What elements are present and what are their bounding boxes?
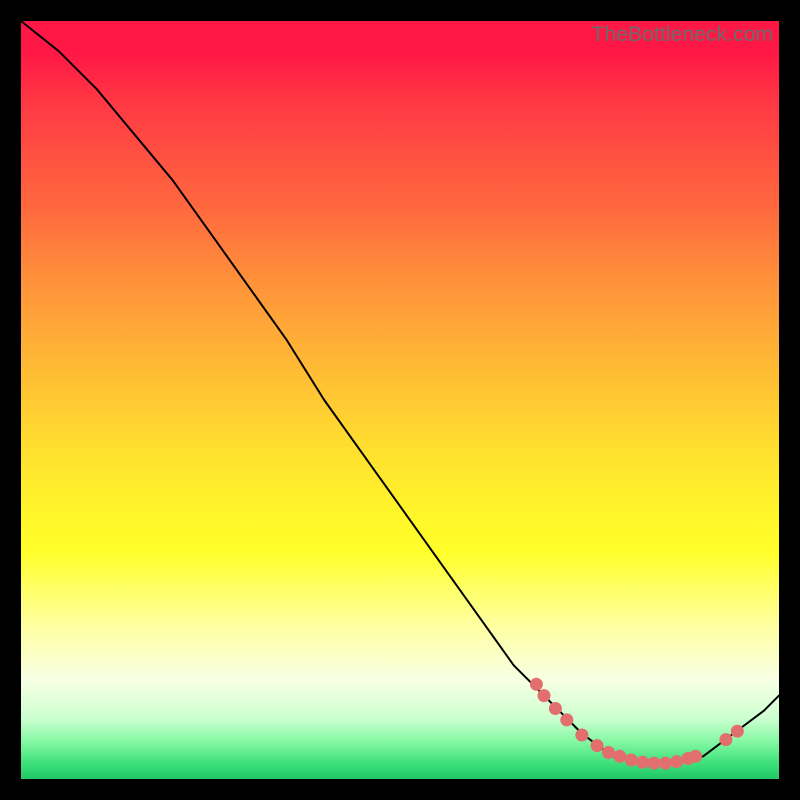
plot-area: TheBottleneck.com: [21, 21, 779, 779]
highlight-dot: [538, 689, 551, 702]
highlight-dot: [602, 746, 615, 759]
highlight-dot: [591, 739, 604, 752]
highlight-dot: [731, 725, 744, 738]
highlight-dot: [613, 750, 626, 763]
chart-stage: TheBottleneck.com: [0, 0, 800, 800]
highlight-dot: [719, 733, 732, 746]
highlight-dots: [530, 678, 744, 770]
highlight-dot: [625, 754, 638, 767]
curve-layer: [21, 21, 779, 779]
highlight-dot: [549, 702, 562, 715]
bottleneck-curve: [21, 21, 779, 764]
highlight-dot: [670, 755, 683, 768]
highlight-dot: [575, 729, 588, 742]
highlight-dot: [530, 678, 543, 691]
highlight-dot: [636, 756, 649, 769]
highlight-dot: [659, 757, 672, 770]
highlight-dot: [647, 757, 660, 770]
highlight-dot: [560, 713, 573, 726]
highlight-dot: [689, 750, 702, 763]
